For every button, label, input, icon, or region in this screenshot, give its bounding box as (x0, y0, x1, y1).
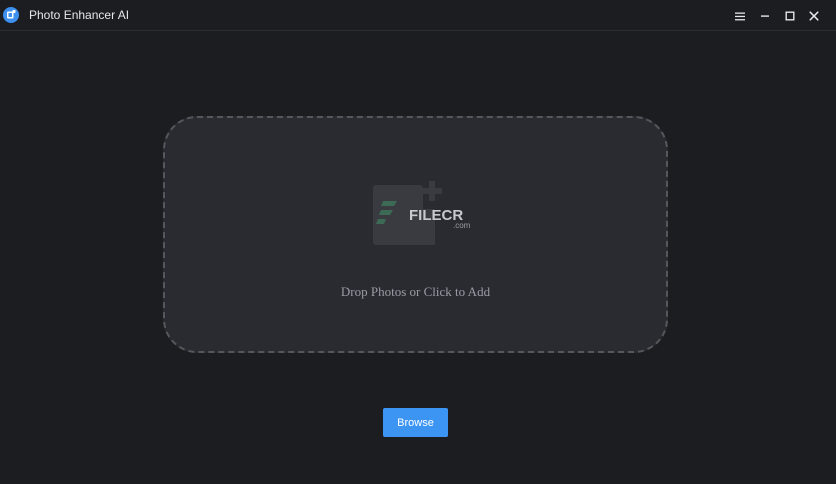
maximize-icon (785, 11, 795, 21)
watermark-suffix: .com (453, 221, 471, 230)
app-logo-icon (3, 7, 19, 23)
browse-button[interactable]: Browse (383, 408, 448, 437)
maximize-button[interactable] (780, 6, 800, 26)
close-icon (809, 11, 819, 21)
app-window: Photo Enhancer AI FILECR .com Drop Photo… (0, 0, 836, 484)
photo-drop-zone[interactable]: FILECR .com Drop Photos or Click to Add (163, 116, 668, 353)
close-button[interactable] (804, 6, 824, 26)
minimize-icon (761, 15, 769, 17)
drop-prompt: Drop Photos or Click to Add (340, 284, 491, 299)
title-bar[interactable]: Photo Enhancer AI (0, 0, 836, 31)
minimize-button[interactable] (755, 6, 775, 26)
filecr-watermark: FILECR .com (373, 181, 471, 245)
app-title: Photo Enhancer AI (29, 8, 130, 22)
menu-button[interactable] (730, 6, 750, 26)
menu-icon (735, 12, 745, 20)
